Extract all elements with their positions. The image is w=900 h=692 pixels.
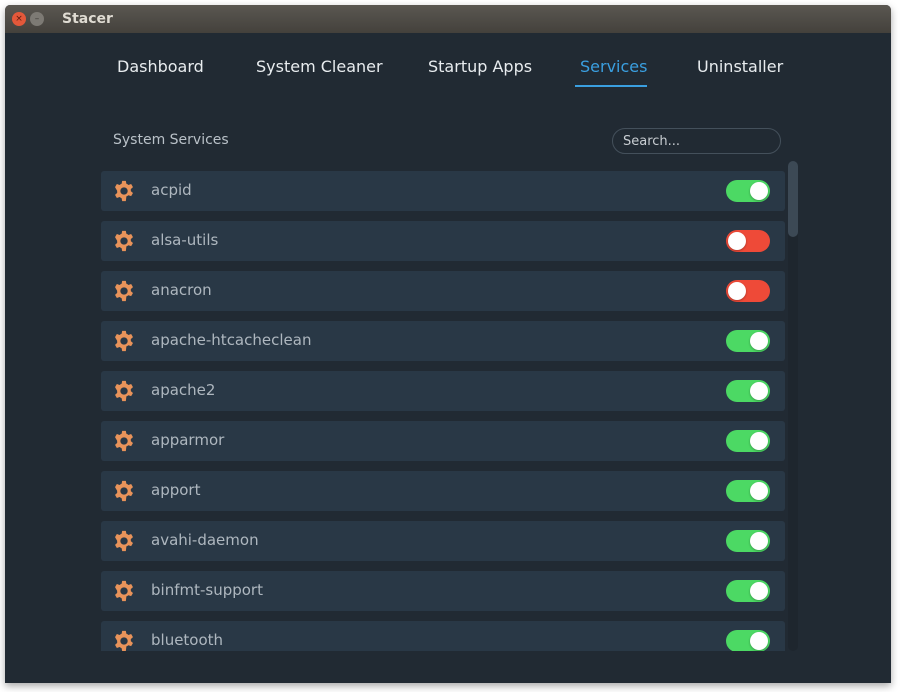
gear-icon: [113, 180, 135, 202]
section-title: System Services: [113, 132, 229, 148]
gear-icon: [113, 530, 135, 552]
service-row: acpid: [101, 171, 785, 211]
minimize-icon: –: [34, 13, 40, 24]
service-row: apparmor: [101, 421, 785, 461]
service-name: bluetooth: [151, 631, 224, 649]
service-row: binfmt-support: [101, 571, 785, 611]
toggle-knob: [728, 282, 746, 300]
service-toggle[interactable]: [726, 280, 770, 302]
service-name: apache2: [151, 381, 216, 399]
main-nav: Dashboard System Cleaner Startup Apps Se…: [5, 33, 891, 93]
title-bar: × – Stacer: [5, 5, 891, 33]
service-row: apache-htcacheclean: [101, 321, 785, 361]
service-toggle[interactable]: [726, 480, 770, 502]
app-window: × – Stacer Dashboard System Cleaner Star…: [5, 5, 891, 683]
close-icon: ×: [15, 13, 23, 24]
gear-icon: [113, 580, 135, 602]
service-name: anacron: [151, 281, 212, 299]
service-name: apport: [151, 481, 201, 499]
gear-icon: [113, 230, 135, 252]
toggle-knob: [750, 332, 768, 350]
gear-icon: [113, 380, 135, 402]
gear-icon: [113, 430, 135, 452]
tab-services[interactable]: Services: [580, 57, 647, 76]
service-row: apport: [101, 471, 785, 511]
service-name: apparmor: [151, 431, 225, 449]
tab-startup-apps[interactable]: Startup Apps: [428, 57, 532, 76]
tab-system-cleaner[interactable]: System Cleaner: [256, 57, 383, 76]
toggle-knob: [750, 482, 768, 500]
service-toggle[interactable]: [726, 230, 770, 252]
gear-icon: [113, 630, 135, 651]
window-title: Stacer: [62, 11, 113, 27]
service-name: alsa-utils: [151, 231, 219, 249]
service-name: binfmt-support: [151, 581, 263, 599]
service-row: anacron: [101, 271, 785, 311]
toggle-knob: [750, 582, 768, 600]
service-name: avahi-daemon: [151, 531, 259, 549]
service-name: acpid: [151, 181, 192, 199]
service-toggle[interactable]: [726, 630, 770, 651]
service-toggle[interactable]: [726, 580, 770, 602]
service-toggle[interactable]: [726, 180, 770, 202]
toggle-knob: [750, 182, 768, 200]
tab-dashboard[interactable]: Dashboard: [117, 57, 204, 76]
service-row: apache2: [101, 371, 785, 411]
toggle-knob: [750, 382, 768, 400]
active-tab-indicator: [575, 85, 647, 87]
service-row: avahi-daemon: [101, 521, 785, 561]
minimize-button[interactable]: –: [30, 12, 44, 26]
service-row: bluetooth: [101, 621, 785, 651]
scrollbar[interactable]: [788, 161, 798, 651]
service-toggle[interactable]: [726, 330, 770, 352]
toggle-knob: [750, 532, 768, 550]
service-toggle[interactable]: [726, 530, 770, 552]
service-toggle[interactable]: [726, 380, 770, 402]
gear-icon: [113, 280, 135, 302]
service-list: acpid alsa-utils anacron apache-htcacheclea…: [101, 171, 785, 651]
toggle-knob: [750, 432, 768, 450]
scrollbar-thumb[interactable]: [788, 161, 798, 237]
close-button[interactable]: ×: [12, 12, 26, 26]
service-toggle[interactable]: [726, 430, 770, 452]
search-input[interactable]: [612, 128, 781, 154]
toggle-knob: [750, 632, 768, 650]
tab-uninstaller[interactable]: Uninstaller: [697, 57, 783, 76]
service-name: apache-htcacheclean: [151, 331, 312, 349]
gear-icon: [113, 330, 135, 352]
toggle-knob: [728, 232, 746, 250]
service-row: alsa-utils: [101, 221, 785, 261]
gear-icon: [113, 480, 135, 502]
